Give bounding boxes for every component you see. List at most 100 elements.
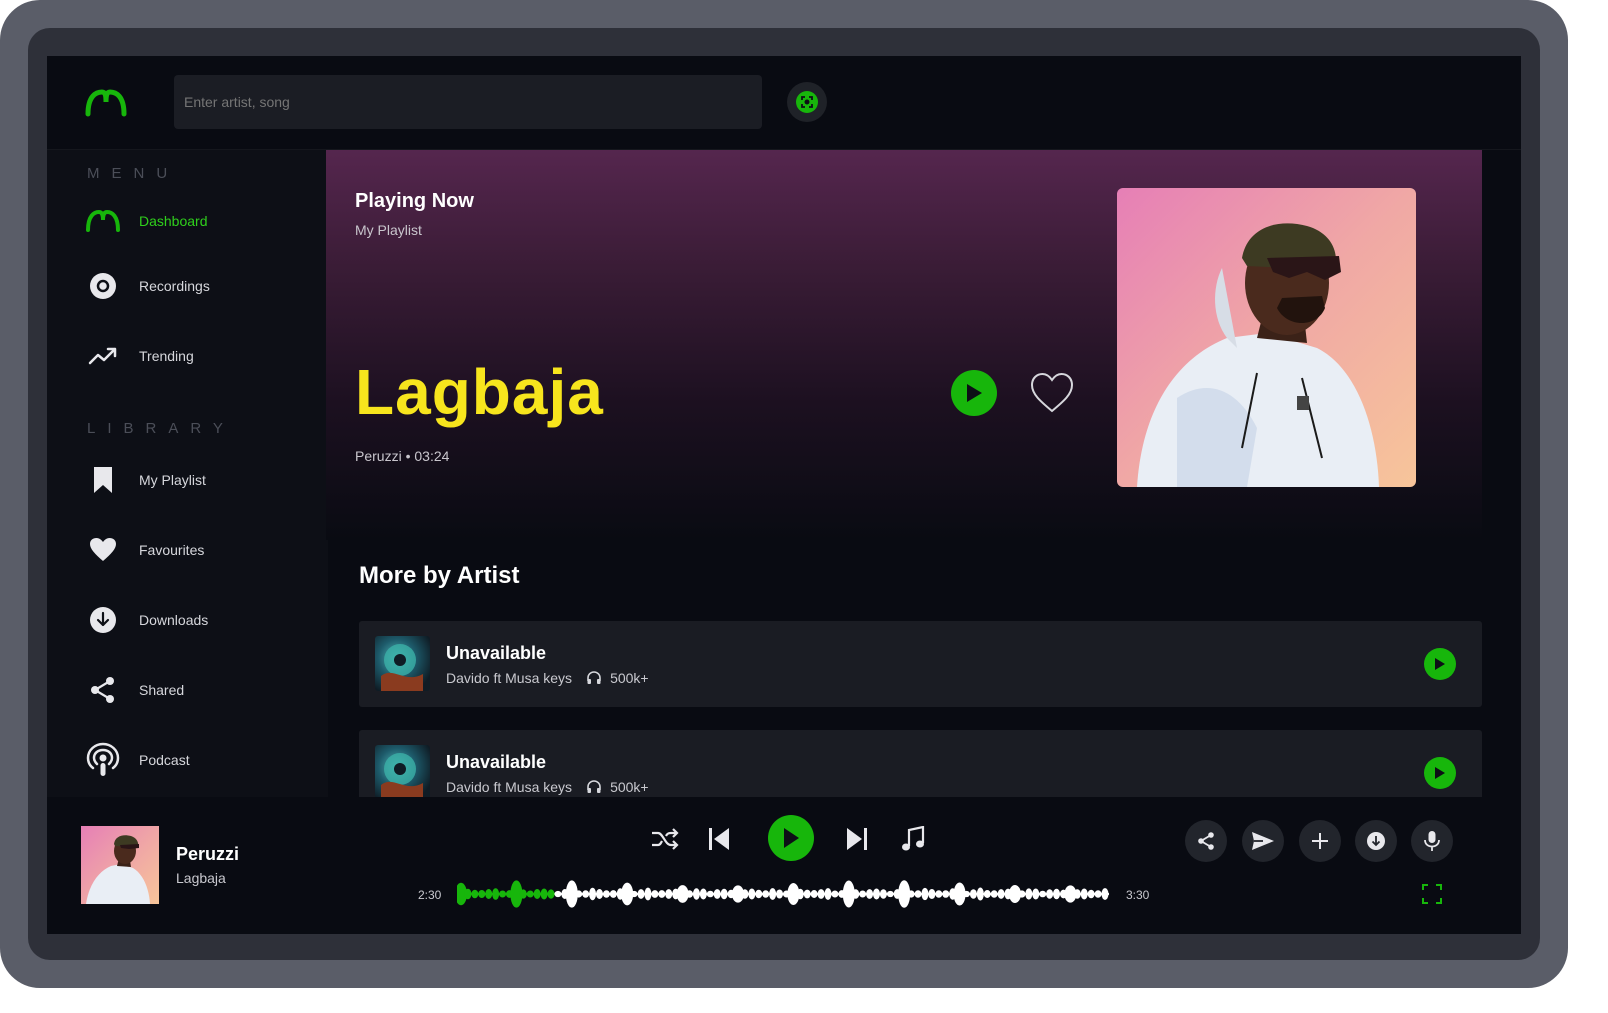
sidebar-item-podcast[interactable]: Podcast [85,740,305,780]
hero-play-button[interactable] [951,370,997,416]
waveform-bar [762,890,770,898]
sidebar-item-label: Downloads [139,612,209,628]
waveform-bar [651,890,659,898]
track-artist: Davido ft Musa keys [446,779,573,795]
track-row[interactable]: Unavailable Davido ft Musa keys 500k+ [359,621,1482,707]
microphone-icon [1424,831,1440,851]
shuffle-button[interactable] [650,819,680,859]
microphone-button[interactable] [1411,820,1453,862]
waveform-bar [769,888,777,900]
fullscreen-icon [1422,884,1442,904]
bookmark-icon [85,462,121,498]
sidebar-item-label: Shared [139,682,185,698]
waveform-bar [741,889,749,899]
sidebar-item-dashboard[interactable]: Dashboard [85,201,305,241]
sidebar-item-label: Podcast [139,752,190,768]
waveform-bar [1039,890,1047,898]
waveform-bar [492,888,500,900]
track-play-button[interactable] [1424,757,1456,789]
download-button[interactable] [1355,820,1397,862]
waveform-bar [706,890,714,898]
waveform-bar [499,890,507,898]
sidebar-item-recordings[interactable]: Recordings [85,266,305,306]
send-button[interactable] [1242,820,1284,862]
waveform-bar [471,889,479,899]
app-logo-icon[interactable] [84,86,128,120]
lyrics-button[interactable] [899,819,927,859]
waveform-bar [644,887,652,901]
more-by-artist-title: More by Artist [359,562,520,589]
waveform-bar [907,890,915,898]
sidebar-item-downloads[interactable]: Downloads [85,600,305,640]
waveform-bar [866,889,874,899]
hero-subheading: My Playlist [355,222,422,238]
sidebar-item-label: Favourites [139,542,205,558]
track-title: Unavailable [446,752,547,772]
share-icon [85,672,121,708]
add-to-playlist-button[interactable] [1299,820,1341,862]
waveform-bar [582,890,590,898]
plus-icon [1312,833,1328,849]
hero-heading: Playing Now [355,190,474,212]
waveform-bar [990,890,998,898]
waveform-bar [935,890,943,898]
sidebar-item-label: Trending [139,348,194,364]
mini-album-art-image [81,826,159,904]
fullscreen-button[interactable] [1422,884,1442,904]
sidebar-item-trending[interactable]: Trending [85,336,305,376]
search-input[interactable] [174,75,762,129]
waveform-bar [831,890,839,898]
waveform-bar [817,889,825,899]
main-play-button[interactable] [768,815,814,861]
like-button[interactable] [1028,369,1076,417]
waveform-bar [796,888,804,900]
scan-button[interactable] [787,82,827,122]
share-button[interactable] [1185,820,1227,862]
now-playing-hero: Playing Now My Playlist Lagbaja Peruzzi … [326,150,1482,540]
waveform-progress[interactable] [457,875,1109,913]
waveform-bar [1080,888,1088,900]
player-song: Lagbaja [176,870,226,886]
waveform-bar [547,889,555,899]
waveform-bar [589,887,597,901]
waveform-bar [803,889,811,899]
total-time: 3:30 [1126,888,1150,902]
song-artist: Peruzzi [355,448,402,464]
track-play-button[interactable] [1424,648,1456,680]
library-section-title: LIBRARY [87,420,235,437]
waveform-bar [983,890,991,898]
waveform-bar [942,890,950,898]
play-icon [967,384,982,402]
waveform-bar [526,890,534,898]
previous-button[interactable] [707,819,731,859]
waveform-bar [609,890,617,898]
waveform-bar [713,889,721,899]
trending-icon [85,338,121,374]
waveform-bar [969,889,977,899]
play-icon [1435,658,1445,670]
waveform-bar [928,888,936,900]
headphones-icon [587,671,601,684]
waveform-bar [886,890,894,898]
waveform-bar [755,889,763,899]
track-listens: 500k+ [610,779,649,795]
waveform-bar [519,889,527,899]
waveform-bar [1073,889,1081,899]
song-title: Lagbaja [355,356,604,428]
waveform-bar [533,888,541,900]
sidebar-item-favourites[interactable]: Favourites [85,530,305,570]
sidebar-item-shared[interactable]: Shared [85,670,305,710]
next-button[interactable] [845,819,869,859]
waveform-bar [1053,888,1061,900]
waveform-bar [630,890,638,898]
waveform-bar [776,889,784,899]
waveform-bar [810,890,818,898]
waveform-bar [699,888,707,900]
waveform-bar [1094,890,1102,898]
waveform-bar [921,887,929,901]
waveform-bar [1101,888,1109,900]
song-duration: 03:24 [414,448,450,464]
podcast-icon [85,742,121,778]
send-icon [1252,832,1274,850]
sidebar-item-my-playlist[interactable]: My Playlist [85,460,305,500]
